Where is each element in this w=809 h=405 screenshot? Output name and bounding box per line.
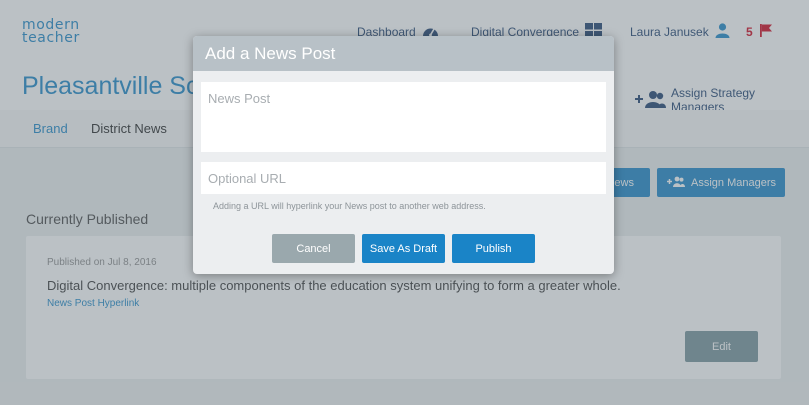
- save-as-draft-button[interactable]: Save As Draft: [362, 234, 445, 263]
- cancel-button-label: Cancel: [296, 242, 331, 255]
- add-news-post-dialog: Add a News Post Adding a URL will hyperl…: [193, 36, 614, 274]
- dialog-title: Add a News Post: [205, 43, 336, 63]
- url-hint-text: Adding a URL will hyperlink your News po…: [213, 201, 486, 211]
- optional-url-input[interactable]: [201, 162, 606, 194]
- dialog-header: Add a News Post: [193, 36, 614, 71]
- publish-button[interactable]: Publish: [452, 234, 535, 263]
- publish-button-label: Publish: [475, 242, 512, 255]
- news-post-textarea[interactable]: [201, 82, 606, 152]
- save-as-draft-label: Save As Draft: [369, 242, 438, 255]
- cancel-button[interactable]: Cancel: [272, 234, 355, 263]
